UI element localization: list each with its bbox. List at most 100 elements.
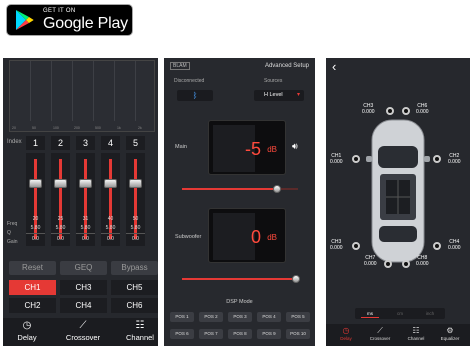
channel-readout-ch4[interactable]: CH4 0.000: [448, 239, 461, 251]
nav-delay[interactable]: ◷ Delay: [330, 326, 362, 341]
subwoofer-level-knob[interactable]: [291, 275, 300, 283]
slider-knob[interactable]: [129, 179, 142, 188]
nav-channel[interactable]: ☷ Channel: [119, 320, 158, 342]
gain-value[interactable]: 0.0: [26, 235, 45, 243]
channel-readout-ch3[interactable]: CH3 0.000: [330, 239, 343, 251]
pos-7-button[interactable]: POS 7: [199, 329, 223, 339]
q-value[interactable]: 5.80: [126, 224, 145, 232]
pos-5-button[interactable]: POS 5: [286, 312, 310, 322]
sliders-icon: ☷: [135, 320, 145, 331]
bottom-nav: ◷ Delay ⟋ Crossover ☷ Channel ⚙ Equalize…: [326, 324, 470, 346]
speaker-icon[interactable]: [433, 155, 441, 163]
channel-button-ch4[interactable]: CH4: [60, 298, 107, 313]
freq-value[interactable]: 31: [76, 215, 95, 223]
nav-delay[interactable]: ◷ Delay: [11, 320, 43, 342]
pos-9-button[interactable]: POS 9: [257, 329, 281, 339]
pos-2-button[interactable]: POS 2: [199, 312, 223, 322]
speaker-icon[interactable]: [352, 155, 360, 163]
hz-tick: 100: [53, 126, 59, 130]
gain-label: Gain: [7, 239, 18, 245]
nav-equalizer[interactable]: ⚙ Equalizer: [434, 326, 466, 341]
slider-knob[interactable]: [29, 179, 42, 188]
google-play-badge[interactable]: GET IT ON Google Play: [6, 4, 133, 36]
subwoofer-level-slider[interactable]: [182, 278, 298, 280]
gain-value[interactable]: 0.0: [126, 235, 145, 243]
gain-value[interactable]: 0.0: [51, 235, 70, 243]
nav-channel[interactable]: ☷ Channel: [400, 326, 432, 341]
car-top-view: [366, 119, 430, 263]
brand-logo: BLAM: [170, 62, 190, 70]
sources-value: H Level: [264, 92, 283, 98]
q-value[interactable]: 5.80: [51, 224, 70, 232]
channel-readout-ch7[interactable]: CH7 0.000: [364, 255, 377, 267]
subwoofer-label: Subwoofer: [175, 234, 202, 240]
unit-inch[interactable]: inch: [415, 308, 445, 319]
freq-value[interactable]: 20: [26, 215, 45, 223]
band-index[interactable]: 3: [76, 136, 95, 150]
google-play-icon: [16, 10, 34, 30]
bluetooth-button[interactable]: ᛒ: [177, 90, 213, 101]
slider-knob[interactable]: [104, 179, 117, 188]
nav-crossover[interactable]: ⟋ Crossover: [364, 326, 396, 341]
hz-tick: 50: [32, 126, 36, 130]
channel-button-ch2[interactable]: CH2: [9, 298, 56, 313]
hz-tick: 500: [95, 126, 101, 130]
freq-value[interactable]: 40: [101, 215, 120, 223]
pos-8-button[interactable]: POS 8: [228, 329, 252, 339]
band-index[interactable]: 2: [51, 136, 70, 150]
band-index[interactable]: 1: [26, 136, 45, 150]
pos-1-button[interactable]: POS 1: [170, 312, 194, 322]
slider-knob[interactable]: [79, 179, 92, 188]
speaker-icon[interactable]: 🔊︎: [292, 141, 298, 152]
speaker-icon[interactable]: [433, 242, 441, 250]
speaker-icon[interactable]: [384, 260, 392, 268]
channel-readout-ch1[interactable]: CH1 0.000: [330, 153, 343, 165]
speaker-icon[interactable]: [402, 107, 410, 115]
channel-readout-ch2[interactable]: CH2 0.000: [448, 153, 461, 165]
main-label: Main: [175, 144, 187, 150]
freq-value[interactable]: 50: [126, 215, 145, 223]
advanced-setup-screen: BLAM Advanced Setup Disconnected Sources…: [164, 58, 315, 346]
sources-label: Sources: [264, 78, 283, 84]
main-level-knob[interactable]: [273, 185, 282, 193]
nav-channel-label: Channel: [126, 333, 154, 342]
gain-value[interactable]: 0.0: [101, 235, 120, 243]
q-label: Q: [7, 230, 11, 236]
hz-tick: 2k: [138, 126, 142, 130]
channel-readout-ch8[interactable]: CH8 0.000: [416, 255, 429, 267]
q-value[interactable]: 5.80: [26, 224, 45, 232]
channel-readout-ch3-front[interactable]: CH3 0.000: [362, 103, 375, 115]
reset-button[interactable]: Reset: [9, 261, 56, 275]
subwoofer-level-unit: dB: [267, 233, 277, 242]
speaker-icon[interactable]: [402, 260, 410, 268]
sliders-icon: ☷: [412, 326, 420, 335]
unit-cm[interactable]: cm: [385, 308, 415, 319]
back-arrow-icon[interactable]: ‹: [332, 59, 336, 74]
band-index[interactable]: 5: [126, 136, 145, 150]
speaker-icon[interactable]: [352, 242, 360, 250]
pos-3-button[interactable]: POS 3: [228, 312, 252, 322]
slider-knob[interactable]: [54, 179, 67, 188]
gain-value[interactable]: 0.0: [76, 235, 95, 243]
speaker-icon[interactable]: [386, 107, 394, 115]
sources-select[interactable]: H Level ▾: [254, 90, 304, 101]
band-index[interactable]: 4: [101, 136, 120, 150]
channel-delay-screen: ‹ CH3 0.000 CH6 0.000 CH1 0.000 CH2 0.000 CH…: [326, 58, 470, 346]
bypass-button[interactable]: Bypass: [111, 261, 158, 275]
channel-readout-ch6[interactable]: CH6 0.000: [416, 103, 429, 115]
pos-10-button[interactable]: POS 10: [286, 329, 310, 339]
channel-button-ch5[interactable]: CH5: [111, 280, 158, 295]
q-value[interactable]: 5.80: [76, 224, 95, 232]
equalizer-screen: 20 50 100 200 500 1k 2k Index 1 2 3 4 5 …: [3, 58, 158, 346]
channel-button-ch6[interactable]: CH6: [111, 298, 158, 313]
pos-4-button[interactable]: POS 4: [257, 312, 281, 322]
channel-button-ch3[interactable]: CH3: [60, 280, 107, 295]
freq-value[interactable]: 25: [51, 215, 70, 223]
channel-button-ch1[interactable]: CH1: [9, 280, 56, 295]
crossover-icon: ⟋: [377, 326, 383, 335]
dsp-mode-label: DSP Mode: [226, 299, 253, 305]
geq-button[interactable]: GEQ: [60, 261, 107, 275]
pos-6-button[interactable]: POS 6: [170, 329, 194, 339]
q-value[interactable]: 5.80: [101, 224, 120, 232]
nav-crossover[interactable]: ⟋ Crossover: [61, 320, 105, 342]
